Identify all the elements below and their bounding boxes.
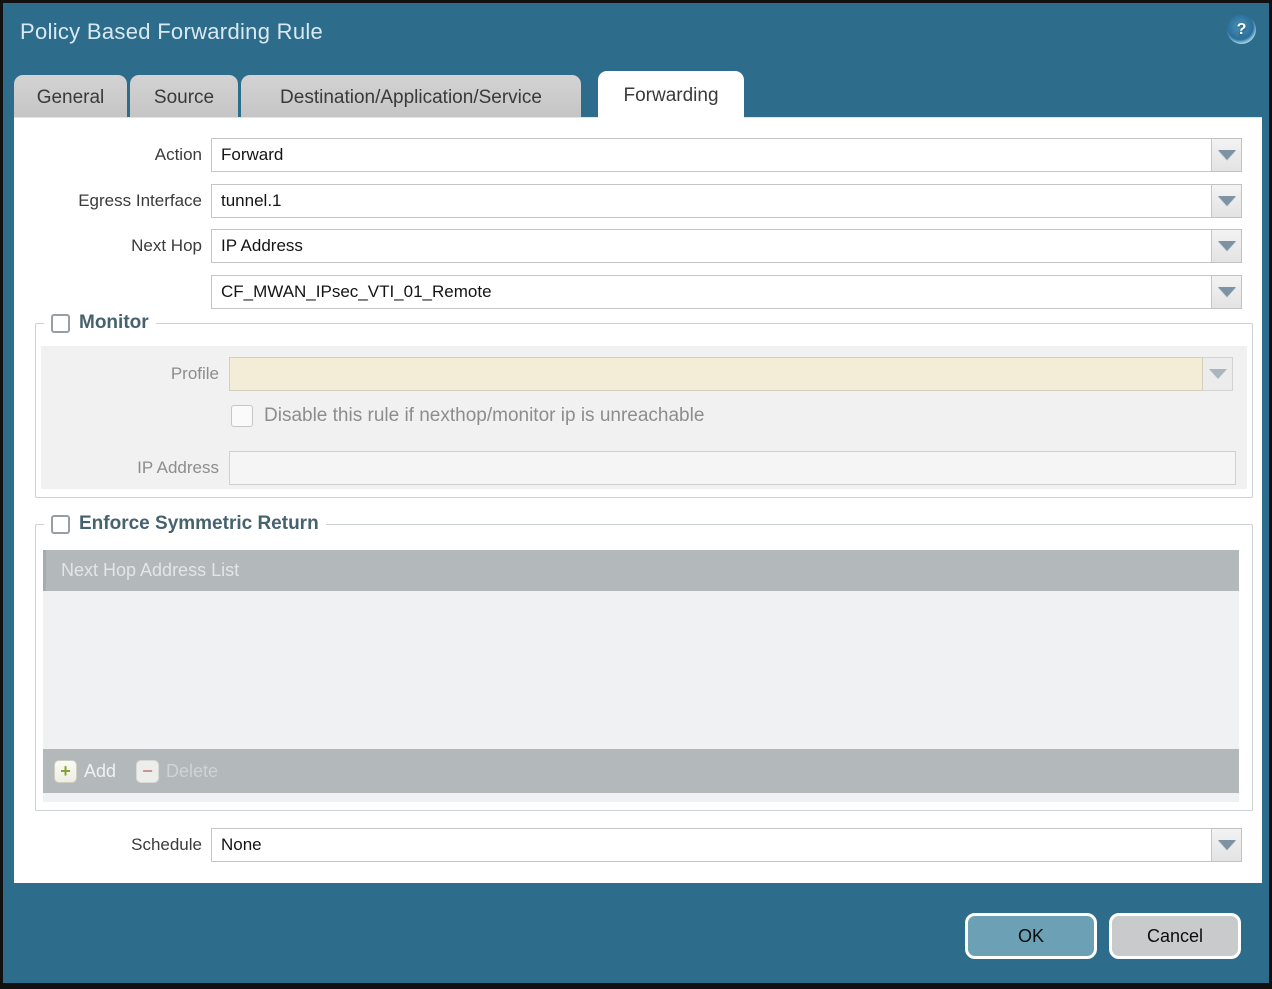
monitor-ip-row: IP Address: [41, 451, 1236, 485]
add-button[interactable]: + Add: [54, 760, 116, 783]
disable-rule-label: Disable this rule if nexthop/monitor ip …: [264, 405, 704, 427]
schedule-input[interactable]: [211, 828, 1212, 862]
next-hop-address-dropdown-button[interactable]: [1212, 275, 1242, 309]
monitor-fieldset: Monitor Profile Disable this rule if nex…: [35, 312, 1253, 498]
action-label: Action: [14, 138, 211, 172]
chevron-down-icon: [1209, 369, 1227, 379]
profile-input: [229, 357, 1203, 391]
egress-interface-input[interactable]: [211, 184, 1212, 218]
tab-source[interactable]: Source: [130, 75, 238, 120]
enforce-symmetric-return-legend-label: Enforce Symmetric Return: [79, 513, 319, 535]
monitor-checkbox[interactable]: [51, 314, 70, 333]
forwarding-tab-panel: Action Egress Interface Next Hop: [14, 117, 1262, 883]
cancel-button[interactable]: Cancel: [1109, 913, 1241, 959]
next-hop-label: Next Hop: [14, 229, 211, 263]
next-hop-address-list-table: Next Hop Address List + Add − Delete: [43, 550, 1239, 802]
delete-button: − Delete: [136, 760, 218, 783]
next-hop-address-row: [14, 275, 1242, 309]
action-input[interactable]: [211, 138, 1212, 172]
next-hop-address-input[interactable]: [211, 275, 1212, 309]
next-hop-address-list-toolbar: + Add − Delete: [43, 749, 1239, 793]
chevron-down-icon: [1218, 196, 1236, 206]
schedule-row: Schedule: [14, 828, 1242, 862]
action-row: Action: [14, 138, 1242, 172]
disable-rule-row: Disable this rule if nexthop/monitor ip …: [231, 405, 704, 427]
chevron-down-icon: [1218, 150, 1236, 160]
monitor-legend: Monitor: [44, 312, 156, 334]
tab-general[interactable]: General: [14, 75, 127, 120]
next-hop-address-list-body[interactable]: [43, 591, 1239, 749]
action-dropdown-button[interactable]: [1212, 138, 1242, 172]
delete-button-label: Delete: [166, 761, 218, 782]
minus-icon: −: [136, 760, 159, 783]
enforce-symmetric-return-checkbox[interactable]: [51, 515, 70, 534]
ok-button[interactable]: OK: [965, 913, 1097, 959]
monitor-ip-label: IP Address: [41, 451, 229, 485]
monitor-disabled-panel: Profile Disable this rule if nexthop/mon…: [41, 346, 1247, 489]
chevron-down-icon: [1218, 287, 1236, 297]
tab-forwarding[interactable]: Forwarding: [598, 71, 744, 120]
egress-interface-row: Egress Interface: [14, 184, 1242, 218]
next-hop-dropdown-button[interactable]: [1212, 229, 1242, 263]
next-hop-address-label-spacer: [14, 275, 211, 309]
schedule-label: Schedule: [14, 828, 211, 862]
chevron-down-icon: [1218, 241, 1236, 251]
pbf-rule-dialog: Policy Based Forwarding Rule ? General S…: [3, 3, 1269, 983]
tab-destination-application-service[interactable]: Destination/Application/Service: [241, 75, 581, 120]
egress-interface-label: Egress Interface: [14, 184, 211, 218]
schedule-dropdown-button[interactable]: [1212, 828, 1242, 862]
monitor-legend-label: Monitor: [79, 312, 149, 334]
next-hop-row: Next Hop: [14, 229, 1242, 263]
profile-row: Profile: [41, 357, 1233, 391]
disable-rule-checkbox: [231, 405, 253, 427]
next-hop-address-list-header: Next Hop Address List: [43, 550, 1239, 591]
help-icon[interactable]: ?: [1227, 15, 1256, 44]
profile-dropdown-button: [1203, 357, 1233, 391]
plus-icon: +: [54, 760, 77, 783]
tab-bar: General Source Destination/Application/S…: [14, 71, 744, 120]
enforce-symmetric-return-fieldset: Enforce Symmetric Return Next Hop Addres…: [35, 513, 1253, 811]
monitor-ip-input: [229, 451, 1236, 485]
add-button-label: Add: [84, 761, 116, 782]
enforce-symmetric-return-legend: Enforce Symmetric Return: [44, 513, 326, 535]
help-glyph: ?: [1237, 21, 1247, 39]
next-hop-type-input[interactable]: [211, 229, 1212, 263]
egress-interface-dropdown-button[interactable]: [1212, 184, 1242, 218]
dialog-title: Policy Based Forwarding Rule: [20, 19, 323, 45]
profile-label: Profile: [41, 357, 229, 391]
chevron-down-icon: [1218, 840, 1236, 850]
